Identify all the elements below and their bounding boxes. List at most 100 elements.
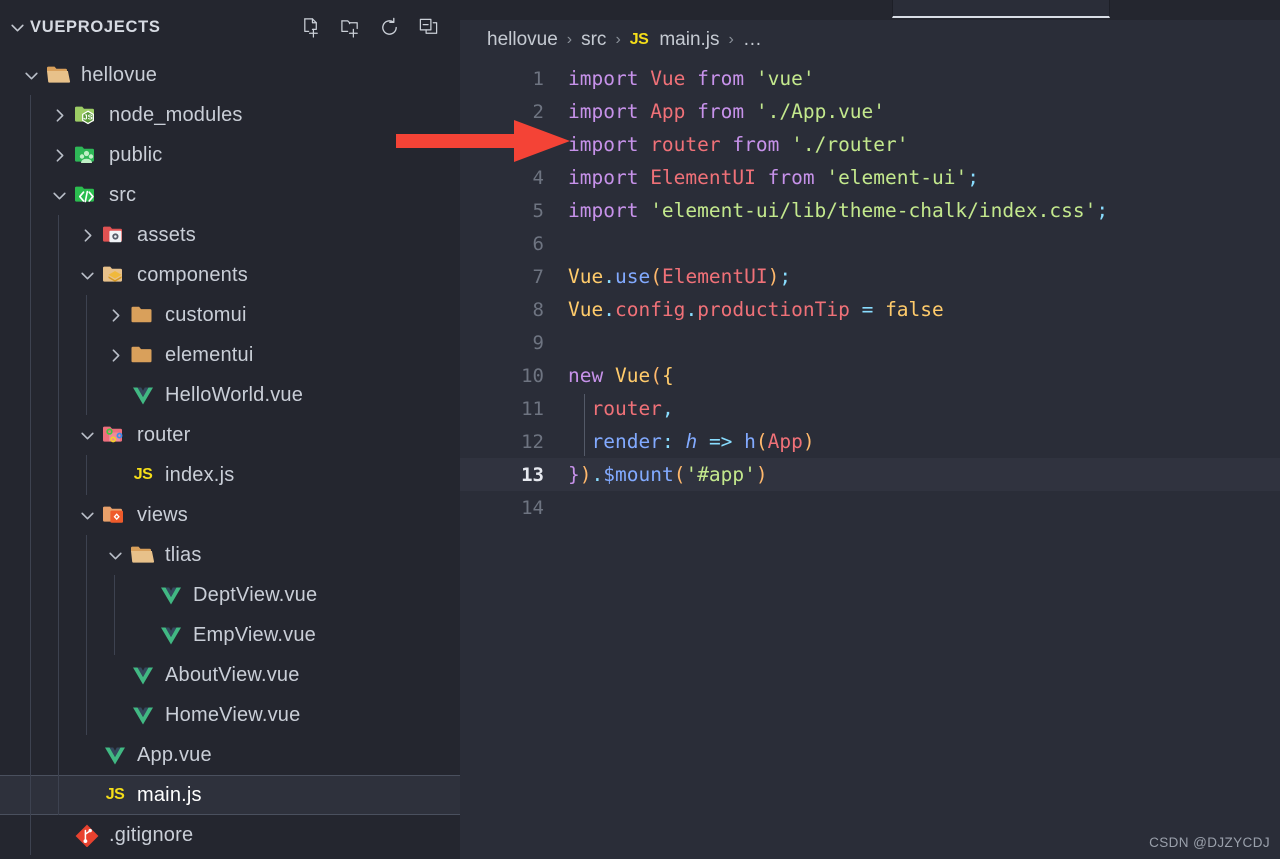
code-token [685, 100, 697, 123]
new-file-icon[interactable] [299, 16, 323, 40]
code-token: config [615, 298, 685, 321]
code-token [744, 67, 756, 90]
line-number: 6 [460, 233, 568, 255]
breadcrumb-item[interactable]: src [581, 29, 606, 51]
tree-file-app-vue[interactable]: App.vue [0, 735, 460, 775]
code-line[interactable]: 8Vue.config.productionTip = false [460, 293, 1280, 326]
line-number: 9 [460, 332, 568, 354]
js-icon-icon: JS [100, 782, 130, 808]
chevron-down-icon[interactable] [74, 262, 100, 288]
tree-folder-assets[interactable]: assets [0, 215, 460, 255]
folder-assets-icon [100, 222, 130, 248]
new-folder-icon[interactable] [338, 16, 362, 40]
js-label: JS [106, 786, 125, 804]
tree-indent-guide [86, 455, 87, 495]
tree-item-label: src [109, 184, 136, 207]
tree-folder-elementui[interactable]: elementui [0, 335, 460, 375]
vue-icon-icon [128, 702, 158, 728]
breadcrumb-item[interactable]: … [743, 29, 762, 51]
code-line[interactable]: 5import 'element-ui/lib/theme-chalk/inde… [460, 194, 1280, 227]
code-token: ) [756, 463, 768, 486]
tree-file-empview-vue[interactable]: EmpView.vue [0, 615, 460, 655]
breadcrumb-separator-icon: › [729, 31, 734, 49]
code-line[interactable]: 14 [460, 491, 1280, 524]
chevron-down-icon[interactable] [46, 182, 72, 208]
tree-folder-hellovue[interactable]: hellovue [0, 55, 460, 95]
chevron-down-icon[interactable] [102, 542, 128, 568]
tree-folder-tlias[interactable]: tlias [0, 535, 460, 575]
vue-icon-icon [128, 662, 158, 688]
code-token: '#app' [685, 463, 755, 486]
tree-folder-public[interactable]: public [0, 135, 460, 175]
tree-item-label: views [137, 504, 188, 527]
collapse-all-icon[interactable] [416, 16, 440, 40]
js-label: JS [134, 466, 153, 484]
code-line[interactable]: 4import ElementUI from 'element-ui'; [460, 161, 1280, 194]
explorer-twisty-icon[interactable] [4, 15, 30, 41]
code-text: new Vue({ [568, 364, 674, 387]
code-token [674, 430, 686, 453]
breadcrumb-item[interactable]: hellovue [487, 29, 558, 51]
code-line[interactable]: 7Vue.use(ElementUI); [460, 260, 1280, 293]
tree-folder-customui[interactable]: customui [0, 295, 460, 335]
breadcrumb-separator-icon: › [567, 31, 572, 49]
chevron-right-icon[interactable] [46, 102, 72, 128]
code-token: from [768, 166, 815, 189]
chevron-right-icon[interactable] [102, 342, 128, 368]
chevron-down-icon[interactable] [74, 422, 100, 448]
code-token: ; [1096, 199, 1108, 222]
tree-file-deptview-vue[interactable]: DeptView.vue [0, 575, 460, 615]
tree-item-label: main.js [137, 784, 202, 807]
tree-folder-views[interactable]: views [0, 495, 460, 535]
code-line[interactable]: 1import Vue from 'vue' [460, 62, 1280, 95]
code-token: Vue [615, 364, 650, 387]
vscode-window: VUEPROJECTS [0, 0, 1280, 859]
tree-file-aboutview-vue[interactable]: AboutView.vue [0, 655, 460, 695]
code-token: from [697, 100, 744, 123]
active-tab-partial[interactable] [892, 0, 1110, 18]
vue-icon-icon [156, 622, 186, 648]
code-line[interactable]: 3import router from './router' [460, 128, 1280, 161]
code-line[interactable]: 2import App from './App.vue' [460, 95, 1280, 128]
chevron-right-icon[interactable] [102, 302, 128, 328]
tree-item-label: .gitignore [109, 824, 193, 847]
code-line[interactable]: 12 render: h => h(App) [460, 425, 1280, 458]
tree-item-label: public [109, 144, 162, 167]
tree-item-label: tlias [165, 544, 202, 567]
code-token: ( [756, 430, 768, 453]
breadcrumb[interactable]: hellovue›src›JSmain.js›… [460, 20, 1280, 60]
code-line[interactable]: 13}).$mount('#app') [460, 458, 1280, 491]
tree-folder-src[interactable]: src [0, 175, 460, 215]
chevron-down-icon[interactable] [74, 502, 100, 528]
tree-file-index-js[interactable]: JSindex.js [0, 455, 460, 495]
tree-file-main-js[interactable]: JS main.js [0, 775, 460, 815]
tree-indent-guide [58, 215, 59, 815]
chevron-right-icon[interactable] [46, 142, 72, 168]
code-line[interactable]: 11 router, [460, 392, 1280, 425]
tree-file-homeview-vue[interactable]: HomeView.vue [0, 695, 460, 735]
tree-folder-router[interactable]: router [0, 415, 460, 455]
tree-file-helloworld-vue[interactable]: HelloWorld.vue [0, 375, 460, 415]
code-token: 'element-ui/lib/theme-chalk/index.css' [650, 199, 1096, 222]
code-line[interactable]: 10new Vue({ [460, 359, 1280, 392]
code-content[interactable]: 1import Vue from 'vue'2import App from '… [460, 60, 1280, 859]
vue-icon-icon [100, 742, 130, 768]
code-line[interactable]: 6 [460, 227, 1280, 260]
code-line[interactable]: 9 [460, 326, 1280, 359]
chevron-right-icon[interactable] [74, 222, 100, 248]
code-token: = [862, 298, 874, 321]
breadcrumb-separator-icon: › [615, 31, 620, 49]
code-token: : [662, 430, 674, 453]
code-text: import ElementUI from 'element-ui'; [568, 166, 979, 189]
code-text: }).$mount('#app') [568, 463, 768, 486]
chevron-down-icon[interactable] [18, 62, 44, 88]
line-number: 7 [460, 266, 568, 288]
refresh-icon[interactable] [377, 16, 401, 40]
code-token: ( [650, 364, 662, 387]
tree-folder-node-modules[interactable]: JSnode_modules [0, 95, 460, 135]
tree-file-gitignore[interactable]: .gitignore [0, 815, 460, 855]
code-token: , [662, 397, 674, 420]
tree-folder-components[interactable]: components [0, 255, 460, 295]
code-token: . [603, 265, 615, 288]
breadcrumb-item[interactable]: main.js [659, 29, 719, 51]
